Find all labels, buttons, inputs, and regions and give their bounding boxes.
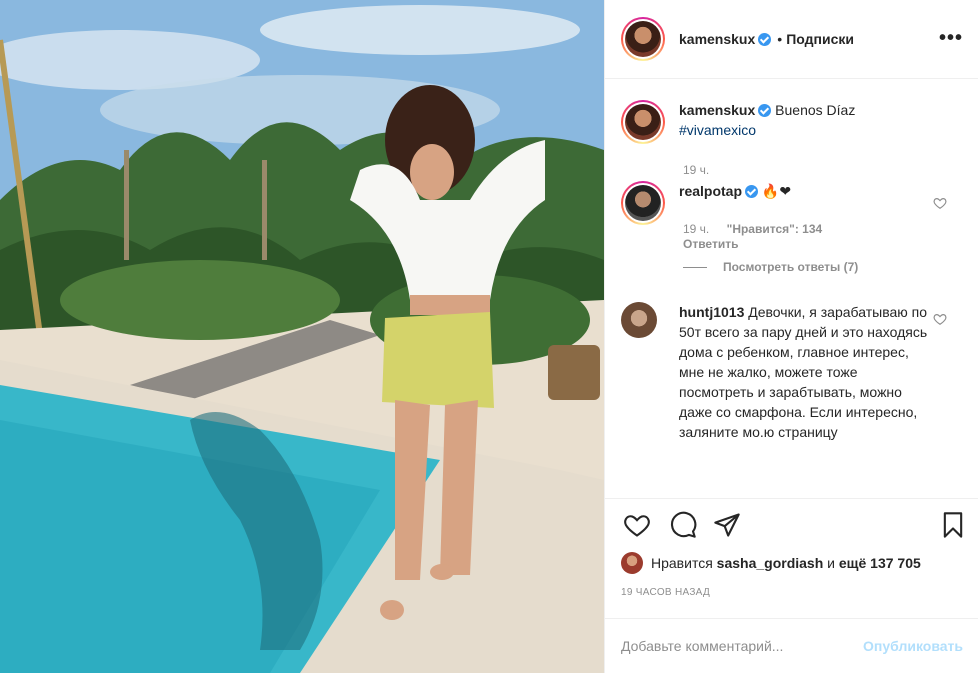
replies-divider xyxy=(683,266,707,268)
more-options-button[interactable]: ••• xyxy=(939,27,963,50)
liker-username[interactable]: sasha_gordiash xyxy=(717,555,824,571)
following-button[interactable]: Подписки xyxy=(786,31,854,47)
like-comment-heart-icon[interactable] xyxy=(933,196,947,210)
comment-avatar[interactable] xyxy=(621,302,657,338)
comment-meta: 19 ч. "Нравится": 134 xyxy=(683,222,822,236)
verified-badge-icon xyxy=(758,104,772,117)
caption-hashtag[interactable]: #vivamexico xyxy=(679,122,756,138)
like-heart-icon[interactable] xyxy=(623,511,651,539)
liker-avatar[interactable] xyxy=(621,552,643,574)
save-bookmark-icon[interactable] xyxy=(939,511,967,539)
caption-body: Buenos Díaz xyxy=(775,102,856,118)
instagram-post: kamenskux • Подписки ••• kamenskux Bueno… xyxy=(0,0,978,673)
add-comment-bar: Опубликовать xyxy=(605,618,978,673)
author-avatar[interactable] xyxy=(621,17,665,61)
comment-bubble-icon[interactable] xyxy=(669,511,697,539)
comment-body: Девочки, я зарабатываю по 50т всего за п… xyxy=(679,304,928,440)
post-side-panel: kamenskux • Подписки ••• kamenskux Bueno… xyxy=(604,0,978,673)
comment-time: 19 ч. xyxy=(683,222,710,236)
author-avatar-image xyxy=(625,21,661,57)
caption-row: kamenskux Buenos Díaz #vivamexico xyxy=(621,100,929,144)
comment-row: huntj1013 Девочки, я зарабатываю по 50т … xyxy=(621,302,929,442)
view-replies-button[interactable]: Посмотреть ответы (7) xyxy=(683,260,858,274)
comment-likes[interactable]: "Нравится": 134 xyxy=(727,222,823,236)
reply-button[interactable]: Ответить xyxy=(683,237,738,251)
caption-avatar[interactable] xyxy=(621,100,665,144)
comment-avatar[interactable] xyxy=(621,181,665,225)
verified-badge-icon xyxy=(745,185,759,198)
comment-row: realpotap 🔥❤ xyxy=(621,181,929,225)
caption-time: 19 ч. xyxy=(683,163,710,177)
comment-username[interactable]: huntj1013 xyxy=(679,304,744,320)
author-username[interactable]: kamenskux xyxy=(679,31,755,47)
view-replies-label: Посмотреть ответы (7) xyxy=(723,260,859,274)
likes-count[interactable]: ещё 137 705 xyxy=(839,555,921,571)
comment-input[interactable] xyxy=(621,638,851,654)
like-comment-heart-icon[interactable] xyxy=(933,312,947,326)
comment-username[interactable]: realpotap xyxy=(679,183,742,199)
verified-badge-icon xyxy=(758,32,772,46)
likes-summary: Нравится sasha_gordiash и ещё 137 705 xyxy=(621,552,921,574)
post-header: kamenskux • Подписки ••• xyxy=(605,0,978,79)
publish-button[interactable]: Опубликовать xyxy=(863,638,963,654)
comment-body: 🔥❤ xyxy=(761,183,792,199)
caption-text: kamenskux Buenos Díaz #vivamexico xyxy=(679,100,929,144)
share-paper-plane-icon[interactable] xyxy=(713,511,741,539)
photo-illustration xyxy=(0,0,604,673)
likes-and: и xyxy=(827,555,835,571)
post-timestamp[interactable]: 19 ЧАСОВ НАЗАД xyxy=(621,587,710,598)
comments-list[interactable]: kamenskux Buenos Díaz #vivamexico 19 ч. … xyxy=(605,80,978,498)
comment-text: huntj1013 Девочки, я зарабатываю по 50т … xyxy=(679,302,929,442)
comment-text: realpotap 🔥❤ xyxy=(679,181,929,225)
likes-prefix: Нравится xyxy=(651,555,713,571)
post-actions: Нравится sasha_gordiash и ещё 137 705 19… xyxy=(605,498,978,618)
post-photo[interactable] xyxy=(0,0,604,673)
caption-username[interactable]: kamenskux xyxy=(679,102,755,118)
header-separator: • xyxy=(777,31,783,47)
